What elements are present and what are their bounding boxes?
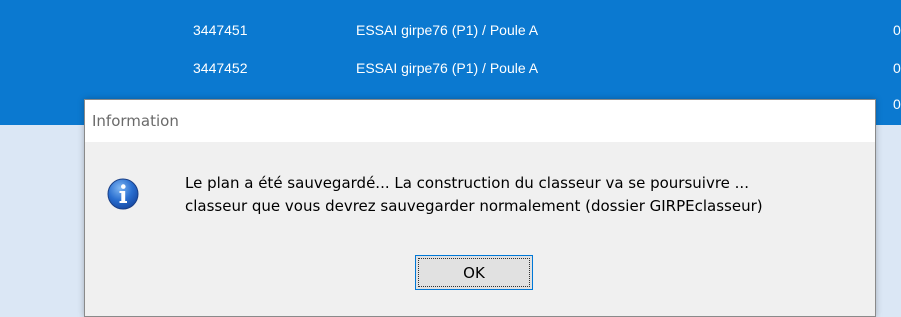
table-row[interactable]: 3447452 ESSAI girpe76 (P1) / Poule A 0 bbox=[0, 50, 901, 86]
table-row[interactable]: 3447451 ESSAI girpe76 (P1) / Poule A 0 bbox=[0, 12, 901, 48]
ok-button[interactable]: OK bbox=[415, 255, 533, 290]
row-id-cell: 3447451 bbox=[193, 22, 248, 38]
dialog-message: Le plan a été sauvegardé... La construct… bbox=[185, 172, 763, 218]
message-line: classeur que vous devrez sauvegarder nor… bbox=[185, 197, 763, 215]
dialog-titlebar[interactable]: Information bbox=[85, 100, 875, 142]
row-extra-cell: 0 bbox=[893, 60, 901, 76]
message-line: Le plan a été sauvegardé... La construct… bbox=[185, 174, 749, 192]
row-extra-cell: 0 bbox=[893, 22, 901, 38]
info-icon bbox=[107, 178, 139, 210]
row-name-cell: ESSAI girpe76 (P1) / Poule A bbox=[356, 22, 539, 38]
dialog-title: Information bbox=[92, 112, 179, 130]
row-name-cell: ESSAI girpe76 (P1) / Poule A bbox=[356, 60, 539, 76]
information-dialog: Information Le plan a été sauvegardé... … bbox=[84, 99, 876, 317]
row-id-cell: 3447452 bbox=[193, 60, 248, 76]
row-extra-cell: 0 bbox=[893, 96, 901, 112]
